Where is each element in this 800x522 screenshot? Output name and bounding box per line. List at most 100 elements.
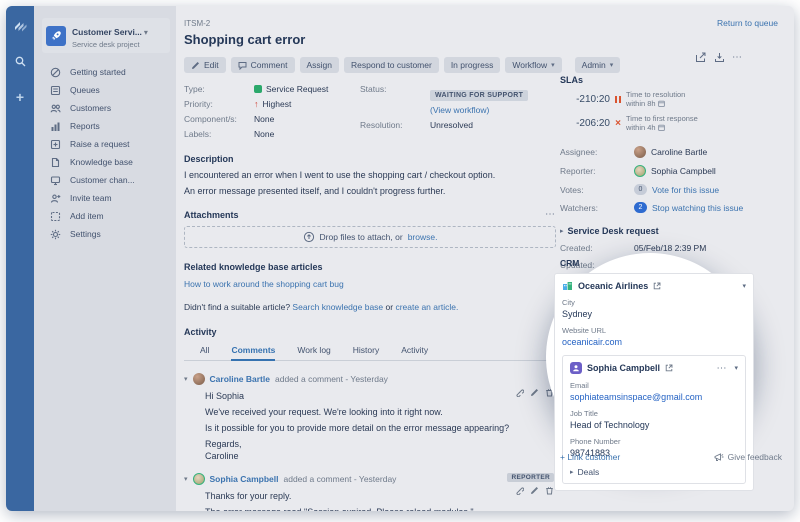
organization-icon [562,280,573,291]
resolution-label: Resolution: [360,120,430,130]
people-section: Assignee: Caroline Bartle Reporter: Soph… [560,146,794,213]
tab-work-log[interactable]: Work log [297,345,330,361]
knowledge-base-icon [50,157,61,168]
collapse-comment-icon[interactable]: ▾ [184,475,188,483]
crm-city-value: Sydney [562,309,746,319]
service-desk-request-expander[interactable]: ▸ Service Desk request [560,226,794,236]
attachment-dropzone[interactable]: Drop files to attach, or browse. [184,226,556,248]
sidebar-item-settings[interactable]: Settings [34,225,176,243]
comment-line: Thanks for your reply. [205,491,556,501]
description-line: I encountered an error when I went to us… [184,170,556,180]
tab-all[interactable]: All [200,345,209,361]
crm-heading: CRM [554,258,754,268]
kb-or-text: or [386,302,394,312]
kb-create-article-link[interactable]: create an article. [395,302,458,312]
knowledge-base-section: Related knowledge base articles How to w… [184,262,556,312]
attachments-section: Attachments ⋯ Drop files to attach, or b… [184,209,556,248]
sidebar-item-add-item[interactable]: Add item [34,207,176,225]
edit-comment-icon[interactable] [530,486,539,495]
app-window: + Customer Servi...▾ Service desk projec… [6,6,794,511]
crm-city-label: City [562,298,746,307]
description-heading: Description [184,154,556,164]
deals-expander[interactable]: ▸ Deals [570,467,738,477]
browse-link[interactable]: browse. [408,232,438,242]
crm-email-link[interactable]: sophiateamsinspace@gmail.com [570,392,738,402]
delete-comment-icon[interactable] [545,486,554,495]
search-icon[interactable] [13,54,27,68]
upload-cloud-icon [303,231,315,243]
sla-row: -210:20 Time to resolution within 8h [560,90,794,109]
external-link-icon[interactable] [653,282,661,290]
project-switcher[interactable]: Customer Servi...▾ Service desk project [42,18,170,53]
status-badge: WAITING FOR SUPPORT [430,90,528,101]
components-value: None [254,114,274,124]
stop-watching-link[interactable]: Stop watching this issue [652,203,743,213]
link-customer-link[interactable]: + Link customer [560,452,620,462]
assign-button[interactable]: Assign [300,57,340,73]
give-feedback-link[interactable]: Give feedback [714,452,782,462]
comment-meta: added a comment - Yesterday [275,374,388,384]
reporter-value: Sophia Campbell [634,165,716,177]
sidebar-item-customers[interactable]: Customers [34,99,176,117]
votes-count-badge: 0 [634,184,647,195]
collapse-comment-icon[interactable]: ▾ [184,375,188,383]
created-label: Created: [560,243,634,253]
crm-website-link[interactable]: oceanicair.com [562,337,746,347]
sidebar-item-knowledge-base[interactable]: Knowledge base [34,153,176,171]
sidebar-item-getting-started[interactable]: Getting started [34,63,176,81]
sla-label: Time to resolution [626,90,685,99]
more-actions-icon[interactable]: ⋯ [732,52,743,63]
comment-item: ▾ Caroline Bartle added a comment - Yest… [184,373,556,461]
share-icon[interactable] [695,52,707,63]
chevron-down-icon[interactable]: ▾ [734,364,738,372]
megaphone-icon [714,453,724,462]
in-progress-button[interactable]: In progress [444,57,501,73]
slas-section: SLAs -210:20 Time to resolution within 8… [560,75,794,133]
sla-value: -210:20 [560,94,610,105]
reporter-label: Reporter: [560,166,634,176]
vote-link[interactable]: Vote for this issue [652,185,719,195]
add-item-icon [50,211,61,222]
sidebar-item-queues[interactable]: Queues [34,81,176,99]
votes-label: Votes: [560,185,634,195]
customers-icon [50,103,61,114]
permalink-icon[interactable] [515,486,524,495]
type-value: Service Request [254,84,328,94]
sidebar-item-customer-channels[interactable]: Customer chan... [34,171,176,189]
issue-details: Type: Service Request Priority: ↑Highest… [184,84,556,144]
queues-icon [50,85,61,96]
kb-article-link[interactable]: How to work around the shopping cart bug [184,279,556,289]
chevron-down-icon[interactable]: ▾ [742,282,746,290]
assignee-value: Caroline Bartle [634,146,707,158]
project-sidebar: Customer Servi...▾ Service desk project … [34,6,176,511]
calendar-icon [658,100,665,109]
type-label: Type: [184,84,254,94]
permalink-icon[interactable] [515,388,524,397]
external-link-icon[interactable] [665,364,673,372]
view-workflow-link[interactable]: (View workflow) [430,105,528,115]
comment-author-link[interactable]: Caroline Bartle [210,374,270,384]
getting-started-icon [50,67,61,78]
comment-line: The error message read "Session expired.… [205,507,556,511]
sidebar-item-reports[interactable]: Reports [34,117,176,135]
sidebar-item-invite-team[interactable]: Invite team [34,189,176,207]
comment-button[interactable]: Comment [231,57,295,73]
tab-history[interactable]: History [353,345,379,361]
comment-line: Caroline [205,451,556,461]
export-icon[interactable] [714,52,725,63]
project-type: Service desk project [72,40,148,49]
edit-comment-icon[interactable] [530,388,539,397]
expand-right-icon: ▸ [560,227,564,235]
sidebar-item-raise-a-request[interactable]: Raise a request [34,135,176,153]
avatar [193,373,205,385]
settings-gear-icon [50,229,61,240]
tab-activity[interactable]: Activity [401,345,428,361]
comment-author-link[interactable]: Sophia Campbell [210,474,279,484]
edit-button[interactable]: Edit [184,57,226,73]
create-icon[interactable]: + [13,90,27,104]
respond-to-customer-button[interactable]: Respond to customer [344,57,439,73]
contact-more-icon[interactable]: ⋯ [716,363,727,374]
page-title: Shopping cart error [184,32,556,47]
kb-search-link[interactable]: Search knowledge base [292,302,383,312]
tab-comments[interactable]: Comments [231,345,275,361]
